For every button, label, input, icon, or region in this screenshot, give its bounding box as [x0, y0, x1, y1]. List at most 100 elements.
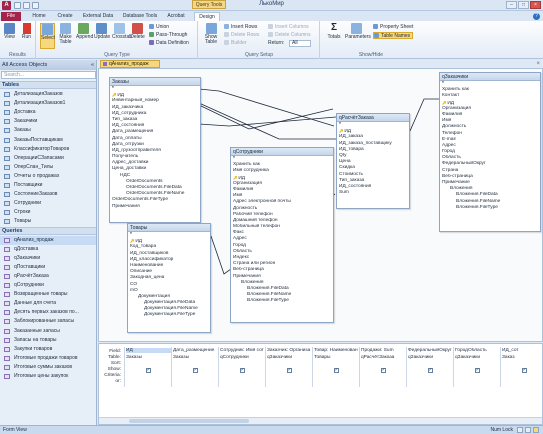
grid-table-cell[interactable]: qЗаказчики: [408, 355, 453, 360]
grid-column[interactable]: ФедеральныйОкруг qЗаказчики ✓: [406, 347, 453, 387]
show-table-button[interactable]: Show Table: [202, 23, 220, 49]
make-table-button[interactable]: Make Table: [58, 23, 73, 49]
grid-table-cell[interactable]: Заказы: [126, 355, 171, 360]
query-item[interactable]: Запасы на товары: [0, 336, 96, 345]
table-item[interactable]: Заказы: [0, 126, 96, 135]
grid-table-cell[interactable]: Заказ: [502, 355, 542, 360]
query-item[interactable]: Итоговые продажи товаров: [0, 354, 96, 363]
tab-external-data[interactable]: External Data: [80, 12, 116, 21]
query-item[interactable]: Десять первых заказов по...: [0, 308, 96, 317]
maximize-button[interactable]: □: [518, 1, 529, 9]
grid-table-cell[interactable]: Товары: [314, 355, 359, 360]
grid-show-checkbox[interactable]: ✓: [474, 368, 480, 373]
grid-table-cell[interactable]: qЗаказчики: [267, 355, 312, 360]
table-box-title[interactable]: Заказы: [110, 78, 200, 86]
grid-horizontal-scrollbar[interactable]: [99, 417, 542, 424]
grid-column[interactable]: Заказчик: Организа qЗаказчики ✓: [265, 347, 312, 387]
design-view-icon[interactable]: [533, 427, 539, 433]
tab-file[interactable]: File: [1, 12, 21, 21]
query-item[interactable]: Возвращенные товары: [0, 290, 96, 299]
sql-view-icon[interactable]: [525, 427, 531, 433]
table-item[interactable]: ДетализацияЗаказов: [0, 90, 96, 99]
query-item[interactable]: Итоговые суммы заказов: [0, 363, 96, 372]
select-button[interactable]: Select: [40, 23, 55, 49]
nav-search-input[interactable]: Search...: [1, 71, 96, 79]
table-box-title[interactable]: Товары: [128, 224, 210, 232]
grid-field-cell[interactable]: Продажи: Sum: [361, 348, 406, 353]
table-names-button[interactable]: Table Names: [373, 32, 414, 39]
help-icon[interactable]: ?: [533, 13, 540, 20]
table-field[interactable]: Примечания: [110, 204, 200, 210]
tab-database-tools[interactable]: Database Tools: [119, 12, 161, 21]
table-item[interactable]: Товары: [0, 217, 96, 226]
employees-table-box[interactable]: qСотрудники*Хранить какИмя сотрудникаИДО…: [230, 147, 334, 323]
grid-table-cell[interactable]: qЗаказчики: [455, 355, 500, 360]
grid-scroll-thumb[interactable]: [129, 419, 249, 423]
grid-show-checkbox[interactable]: ✓: [521, 368, 527, 373]
nav-header[interactable]: All Access Objects «: [0, 60, 96, 70]
query-item[interactable]: qРасчётЗаказа: [0, 272, 96, 281]
calc-table-box[interactable]: qРасчётЗаказа*ИДИД_заказаИД_заказа_поста…: [336, 113, 410, 209]
datasheet-view-icon[interactable]: [517, 427, 523, 433]
query-item[interactable]: qПоставщики: [0, 263, 96, 272]
tab-acrobat[interactable]: Acrobat: [164, 12, 188, 21]
minimize-button[interactable]: –: [506, 1, 517, 9]
totals-button[interactable]: Σ Totals: [325, 23, 343, 49]
grid-table-cell[interactable]: qСотрудники: [220, 355, 265, 360]
grid-field-cell[interactable]: ГородОбласть: [455, 348, 500, 353]
grid-field-cell[interactable]: Сотрудник: Имя сот: [220, 348, 265, 353]
crosstab-button[interactable]: Crosstab: [112, 23, 132, 49]
update-button[interactable]: Update: [94, 23, 110, 49]
query-item[interactable]: Итоговые цены закупок: [0, 372, 96, 381]
orders-table-box[interactable]: Заказы*ИДИнвентарный_номерИД_заказчикаИД…: [109, 77, 201, 223]
run-button[interactable]: Run: [19, 23, 34, 49]
grid-show-checkbox[interactable]: ✓: [333, 368, 339, 373]
table-item[interactable]: КлассификаторТоваров: [0, 145, 96, 154]
grid-column[interactable]: Продажи: Sum qРасчётЗаказа ✓: [359, 347, 406, 387]
grid-show-checkbox[interactable]: ✓: [192, 368, 198, 373]
table-item[interactable]: Отчеты о продажах: [0, 172, 96, 181]
query-item[interactable]: Заблокированные запасы: [0, 317, 96, 326]
tab-create[interactable]: Create: [53, 12, 77, 21]
table-field[interactable]: Sum: [337, 190, 409, 196]
grid-column[interactable]: Товар: Наименован Товары ✓: [312, 347, 359, 387]
table-box-title[interactable]: qРасчётЗаказа: [337, 114, 409, 122]
table-item[interactable]: ОперСлан_Тилы: [0, 163, 96, 172]
table-field[interactable]: Вложения.FileType: [440, 205, 540, 211]
grid-show-checkbox[interactable]: ✓: [427, 368, 433, 373]
insert-rows-button[interactable]: Insert Rows: [224, 24, 257, 31]
table-item[interactable]: СостояниеЗаказов: [0, 190, 96, 199]
goods-table-box[interactable]: Товары*ИДКод_товараИД_поставщиковИД_клас…: [127, 223, 211, 333]
table-item[interactable]: ОперацииСЗапасами: [0, 154, 96, 163]
grid-table-cell[interactable]: qРасчётЗаказа: [361, 355, 406, 360]
query-item[interactable]: qСотрудники: [0, 281, 96, 290]
query-item[interactable]: qАнализ_продаж: [0, 235, 96, 245]
query-item[interactable]: qДоставка: [0, 245, 96, 254]
grid-show-checkbox[interactable]: ✓: [239, 368, 245, 373]
query-item[interactable]: qЗаказчики: [0, 254, 96, 263]
nav-section-queries[interactable]: Queries: [0, 226, 96, 235]
grid-column[interactable]: ИД_сот Заказ ✓: [500, 347, 542, 387]
view-button[interactable]: View: [2, 23, 17, 49]
query-design-area[interactable]: Заказы*ИДИнвентарный_номерИД_заказчикаИД…: [98, 68, 543, 342]
grid-field-cell[interactable]: ФедеральныйОкруг: [408, 348, 453, 353]
table-field[interactable]: Вложения.FileType: [231, 298, 333, 304]
grid-show-checkbox[interactable]: ✓: [145, 368, 151, 373]
grid-table-cell[interactable]: Заказы: [173, 355, 218, 360]
tab-home[interactable]: Home: [28, 12, 50, 21]
delete-button[interactable]: Delete: [130, 23, 145, 49]
table-item[interactable]: Поставщики: [0, 181, 96, 190]
table-item[interactable]: ЗаказыПоставщикам: [0, 136, 96, 145]
data-definition-button[interactable]: Data Definition: [149, 40, 189, 47]
table-box-title[interactable]: qЗаказчики: [440, 73, 540, 81]
builder-button[interactable]: Builder: [224, 40, 247, 47]
grid-field-cell[interactable]: ИД_сот: [502, 348, 542, 353]
close-button[interactable]: ×: [530, 1, 541, 9]
delete-rows-button[interactable]: Delete Rows: [224, 32, 259, 39]
return-select[interactable]: All: [289, 40, 311, 47]
parameters-button[interactable]: Parameters: [345, 23, 371, 49]
grid-show-checkbox[interactable]: ✓: [286, 368, 292, 373]
table-box-title[interactable]: qСотрудники: [231, 148, 333, 156]
query-item[interactable]: Заказанные запасы: [0, 327, 96, 336]
delete-columns-button[interactable]: Delete Columns: [268, 32, 311, 39]
